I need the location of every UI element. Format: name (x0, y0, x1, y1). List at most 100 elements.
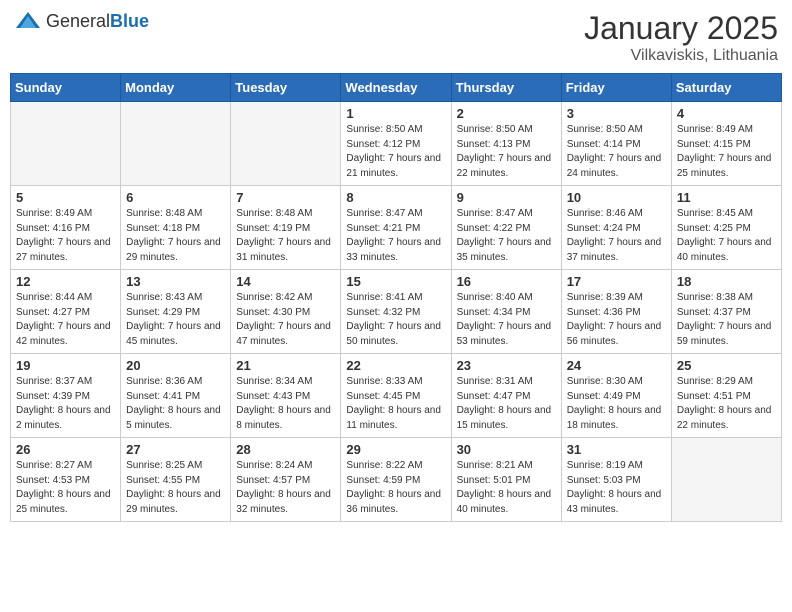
day-info: Sunrise: 8:37 AM Sunset: 4:39 PM Dayligh… (16, 375, 115, 433)
day-info: Sunrise: 8:46 AM Sunset: 4:24 PM Dayligh… (567, 207, 666, 265)
calendar-cell: 22 Sunrise: 8:33 AM Sunset: 4:45 PM Dayli… (341, 354, 451, 438)
calendar-cell: 29Sunrise: 8:22 AM Sunset: 4:59 PM Dayli… (341, 438, 451, 522)
day-number: 24 (567, 358, 666, 373)
calendar-cell (121, 102, 231, 186)
day-number: 19 (16, 358, 115, 373)
logo-text: GeneralBlue (46, 11, 149, 32)
day-number: 13 (126, 274, 225, 289)
day-info: Sunrise: 8:44 AM Sunset: 4:27 PM Dayligh… (16, 291, 115, 349)
calendar-cell (11, 102, 121, 186)
calendar-week-4: 19 Sunrise: 8:37 AM Sunset: 4:39 PM Dayli… (11, 354, 782, 438)
logo: GeneralBlue (14, 10, 149, 32)
calendar-cell: 15Sunrise: 8:41 AM Sunset: 4:32 PM Dayli… (341, 270, 451, 354)
title-section: January 2025 Vilkaviskis, Lithuania (584, 10, 778, 65)
day-number: 6 (126, 190, 225, 205)
calendar-cell: 19 Sunrise: 8:37 AM Sunset: 4:39 PM Dayli… (11, 354, 121, 438)
day-info: Sunrise: 8:48 AM Sunset: 4:19 PM Dayligh… (236, 207, 335, 265)
calendar-cell: 9 Sunrise: 8:47 AM Sunset: 4:22 PM Daylig… (451, 186, 561, 270)
calendar-cell: 25 Sunrise: 8:29 AM Sunset: 4:51 PM Dayli… (671, 354, 781, 438)
day-number: 22 (346, 358, 445, 373)
weekday-header-thursday: Thursday (451, 74, 561, 102)
calendar-cell: 30Sunrise: 8:21 AM Sunset: 5:01 PM Dayli… (451, 438, 561, 522)
weekday-header-friday: Friday (561, 74, 671, 102)
calendar-cell: 10 Sunrise: 8:46 AM Sunset: 4:24 PM Dayli… (561, 186, 671, 270)
calendar-cell: 12 Sunrise: 8:44 AM Sunset: 4:27 PM Dayli… (11, 270, 121, 354)
day-info: Sunrise: 8:30 AM Sunset: 4:49 PM Dayligh… (567, 375, 666, 433)
calendar-cell: 14 Sunrise: 8:42 AM Sunset: 4:30 PM Dayli… (231, 270, 341, 354)
calendar-cell: 7 Sunrise: 8:48 AM Sunset: 4:19 PM Daylig… (231, 186, 341, 270)
day-info: Sunrise: 8:29 AM Sunset: 4:51 PM Dayligh… (677, 375, 776, 433)
calendar-week-2: 5Sunrise: 8:49 AM Sunset: 4:16 PM Daylig… (11, 186, 782, 270)
day-number: 4 (677, 106, 776, 121)
day-info: Sunrise: 8:21 AM Sunset: 5:01 PM Dayligh… (457, 459, 556, 517)
calendar-cell: 1Sunrise: 8:50 AM Sunset: 4:12 PM Daylig… (341, 102, 451, 186)
day-info: Sunrise: 8:50 AM Sunset: 4:14 PM Dayligh… (567, 123, 666, 181)
calendar-cell: 24 Sunrise: 8:30 AM Sunset: 4:49 PM Dayli… (561, 354, 671, 438)
day-info: Sunrise: 8:42 AM Sunset: 4:30 PM Dayligh… (236, 291, 335, 349)
day-number: 8 (346, 190, 445, 205)
logo-general: General (46, 11, 110, 31)
day-number: 9 (457, 190, 556, 205)
day-number: 16 (457, 274, 556, 289)
calendar-cell: 11Sunrise: 8:45 AM Sunset: 4:25 PM Dayli… (671, 186, 781, 270)
day-info: Sunrise: 8:19 AM Sunset: 5:03 PM Dayligh… (567, 459, 666, 517)
day-info: Sunrise: 8:41 AM Sunset: 4:32 PM Dayligh… (346, 291, 445, 349)
calendar-cell: 26Sunrise: 8:27 AM Sunset: 4:53 PM Dayli… (11, 438, 121, 522)
day-number: 12 (16, 274, 115, 289)
calendar-cell (231, 102, 341, 186)
calendar-cell: 4 Sunrise: 8:49 AM Sunset: 4:15 PM Daylig… (671, 102, 781, 186)
day-number: 18 (677, 274, 776, 289)
day-number: 7 (236, 190, 335, 205)
month-title: January 2025 (584, 10, 778, 47)
day-number: 23 (457, 358, 556, 373)
day-info: Sunrise: 8:50 AM Sunset: 4:12 PM Dayligh… (346, 123, 445, 181)
day-info: Sunrise: 8:38 AM Sunset: 4:37 PM Dayligh… (677, 291, 776, 349)
calendar-cell: 27 Sunrise: 8:25 AM Sunset: 4:55 PM Dayli… (121, 438, 231, 522)
day-number: 31 (567, 442, 666, 457)
calendar-week-5: 26Sunrise: 8:27 AM Sunset: 4:53 PM Dayli… (11, 438, 782, 522)
day-info: Sunrise: 8:49 AM Sunset: 4:16 PM Dayligh… (16, 207, 115, 265)
day-info: Sunrise: 8:33 AM Sunset: 4:45 PM Dayligh… (346, 375, 445, 433)
location-title: Vilkaviskis, Lithuania (584, 47, 778, 65)
weekday-header-saturday: Saturday (671, 74, 781, 102)
day-number: 11 (677, 190, 776, 205)
calendar-cell: 20 Sunrise: 8:36 AM Sunset: 4:41 PM Dayli… (121, 354, 231, 438)
weekday-header-wednesday: Wednesday (341, 74, 451, 102)
day-number: 20 (126, 358, 225, 373)
calendar-cell: 16 Sunrise: 8:40 AM Sunset: 4:34 PM Dayli… (451, 270, 561, 354)
day-info: Sunrise: 8:36 AM Sunset: 4:41 PM Dayligh… (126, 375, 225, 433)
calendar-cell: 17Sunrise: 8:39 AM Sunset: 4:36 PM Dayli… (561, 270, 671, 354)
logo-icon (14, 10, 42, 32)
day-info: Sunrise: 8:27 AM Sunset: 4:53 PM Dayligh… (16, 459, 115, 517)
calendar-cell: 2Sunrise: 8:50 AM Sunset: 4:13 PM Daylig… (451, 102, 561, 186)
day-info: Sunrise: 8:40 AM Sunset: 4:34 PM Dayligh… (457, 291, 556, 349)
weekday-header-sunday: Sunday (11, 74, 121, 102)
day-info: Sunrise: 8:49 AM Sunset: 4:15 PM Dayligh… (677, 123, 776, 181)
calendar-cell: 13 Sunrise: 8:43 AM Sunset: 4:29 PM Dayli… (121, 270, 231, 354)
day-info: Sunrise: 8:50 AM Sunset: 4:13 PM Dayligh… (457, 123, 556, 181)
weekday-header-monday: Monday (121, 74, 231, 102)
day-info: Sunrise: 8:48 AM Sunset: 4:18 PM Dayligh… (126, 207, 225, 265)
day-info: Sunrise: 8:43 AM Sunset: 4:29 PM Dayligh… (126, 291, 225, 349)
calendar-table: SundayMondayTuesdayWednesdayThursdayFrid… (10, 73, 782, 522)
day-number: 27 (126, 442, 225, 457)
calendar-week-3: 12 Sunrise: 8:44 AM Sunset: 4:27 PM Dayli… (11, 270, 782, 354)
day-info: Sunrise: 8:47 AM Sunset: 4:22 PM Dayligh… (457, 207, 556, 265)
calendar-cell: 8Sunrise: 8:47 AM Sunset: 4:21 PM Daylig… (341, 186, 451, 270)
calendar-cell (671, 438, 781, 522)
day-info: Sunrise: 8:39 AM Sunset: 4:36 PM Dayligh… (567, 291, 666, 349)
weekday-header-row: SundayMondayTuesdayWednesdayThursdayFrid… (11, 74, 782, 102)
calendar-cell: 23 Sunrise: 8:31 AM Sunset: 4:47 PM Dayli… (451, 354, 561, 438)
day-number: 21 (236, 358, 335, 373)
day-info: Sunrise: 8:25 AM Sunset: 4:55 PM Dayligh… (126, 459, 225, 517)
day-number: 14 (236, 274, 335, 289)
logo-blue: Blue (110, 11, 149, 31)
calendar-week-1: 1Sunrise: 8:50 AM Sunset: 4:12 PM Daylig… (11, 102, 782, 186)
calendar-cell: 3Sunrise: 8:50 AM Sunset: 4:14 PM Daylig… (561, 102, 671, 186)
day-info: Sunrise: 8:22 AM Sunset: 4:59 PM Dayligh… (346, 459, 445, 517)
day-info: Sunrise: 8:31 AM Sunset: 4:47 PM Dayligh… (457, 375, 556, 433)
day-number: 10 (567, 190, 666, 205)
day-number: 25 (677, 358, 776, 373)
calendar-cell: 6 Sunrise: 8:48 AM Sunset: 4:18 PM Daylig… (121, 186, 231, 270)
calendar-cell: 31 Sunrise: 8:19 AM Sunset: 5:03 PM Dayli… (561, 438, 671, 522)
